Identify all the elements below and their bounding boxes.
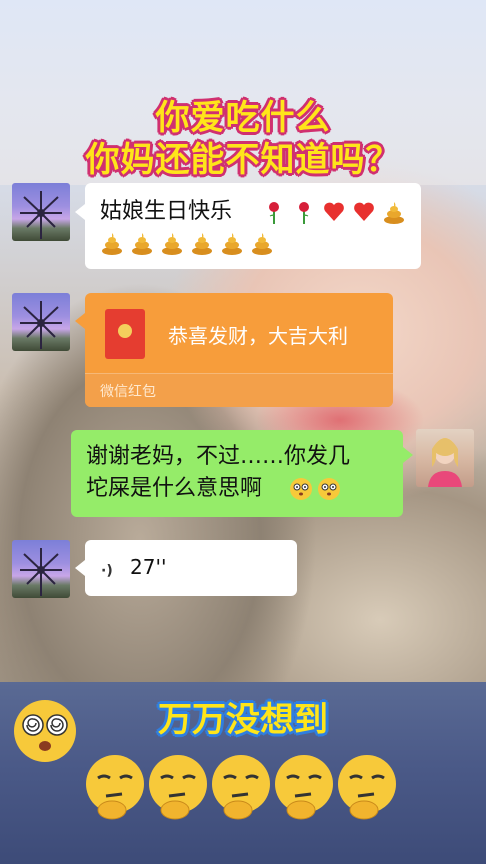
poop-icon [162,233,182,255]
mom-avatar[interactable] [12,540,70,598]
mom-avatar[interactable] [12,183,70,241]
thinking-face-icon [212,755,270,820]
red-packet-message[interactable]: 恭喜发财，大吉大利 微信红包 [85,293,393,407]
heart-icon [324,202,344,221]
dizzy-face-icon [14,700,76,762]
emoji-row-3 [289,477,341,501]
thinking-face-icon [338,755,396,820]
dizzy-face-icon [290,478,312,500]
red-packet-label: 微信红包 [100,384,156,400]
red-envelope-icon [105,309,145,359]
bubble-tail [403,447,413,463]
flower-icon [20,548,62,596]
red-packet-title: 恭喜发财，大吉大利 [168,324,348,348]
bubble-tail [75,204,85,220]
thinking-face-icon [149,755,207,820]
poop-icon [252,233,272,255]
thinking-face-icon [275,755,333,820]
red-packet-body: 恭喜发财，大吉大利 [85,293,393,373]
poop-icon [222,233,242,255]
rose-icon [299,202,309,224]
voice-duration: 27'' [130,555,167,579]
message-text-birthday: 姑娘生日快乐 [100,199,233,224]
poop-icon [192,233,212,255]
heart-icon [354,202,374,221]
my-message-line-1: 谢谢老妈，不过……你发几 [86,444,351,469]
rose-icon [269,202,279,224]
flower-icon [20,301,62,349]
dizzy-face-icon [318,478,340,500]
mom-avatar[interactable] [12,293,70,351]
poop-icon [102,233,122,255]
emoji-row-1 [262,200,406,224]
headline-line-2: 你妈还能不知道吗？ [85,140,401,180]
bubble-tail [75,560,85,576]
thinking-face-icon [86,755,144,820]
voice-wave-icon: ·) [101,563,113,579]
poop-icon [384,202,404,224]
poop-icon [132,233,152,255]
my-message-line-2: 坨屎是什么意思啊 [86,476,263,501]
person-photo-icon [428,438,462,487]
bubble-tail [75,313,85,329]
emoji-row-2 [100,231,274,255]
red-packet-footer: 微信红包 [85,373,393,407]
voice-message-bubble[interactable] [85,540,297,596]
flower-icon [20,191,62,239]
my-avatar[interactable] [416,429,474,487]
